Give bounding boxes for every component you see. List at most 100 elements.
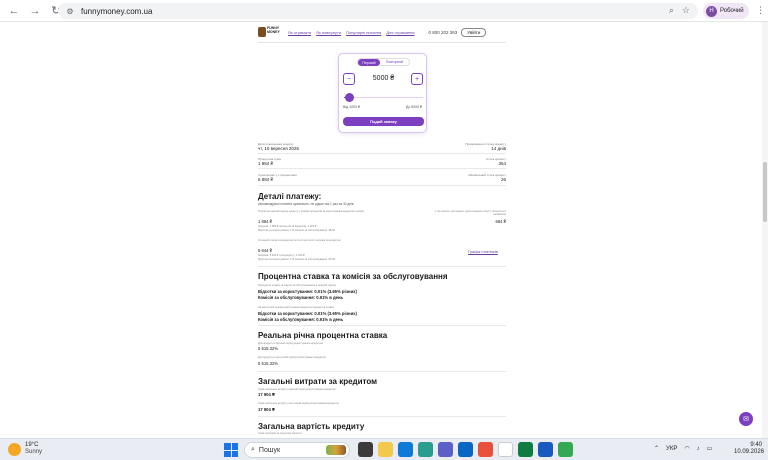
- task-view-icon[interactable]: [358, 442, 373, 457]
- site-header: FUNNY MONEY Як отримати Як повернути Поп…: [258, 24, 508, 40]
- payment-details-subtitle: рекомендуємо платити щомісячно, не рідше…: [258, 202, 354, 206]
- browser-app-icon[interactable]: [418, 442, 433, 457]
- rates-second-fee: Комісія за обслуговування: 0.91% в день: [258, 317, 344, 322]
- extension-value: 14 днів: [491, 146, 506, 151]
- site-logo[interactable]: FUNNY MONEY: [258, 26, 280, 38]
- apr-second-note: Для кредиту в наступний період користува…: [258, 356, 326, 359]
- divider: [258, 371, 506, 372]
- divider: [258, 325, 506, 326]
- bookmark-star-icon[interactable]: ☆: [682, 5, 690, 16]
- amount-slider-handle[interactable]: [345, 93, 355, 102]
- forward-icon[interactable]: →: [28, 4, 42, 18]
- submit-application-button[interactable]: Подай заявку: [343, 117, 424, 126]
- last-payment-detail-1: Зокрема: 5 644 ₴ тіла кредиту і 1 200 ₴: [258, 254, 305, 257]
- increase-amount-button[interactable]: +: [411, 73, 423, 85]
- weather-widget[interactable]: 19°C Sunny: [8, 442, 42, 456]
- divider: [258, 153, 506, 154]
- apr-first-note: Для кредиту в перший період користування…: [258, 342, 323, 345]
- sun-icon: [8, 442, 21, 456]
- payment-details-title: Деталі платежу:: [258, 192, 322, 201]
- profile-button[interactable]: Н Робочий: [703, 3, 749, 19]
- browser-toolbar: ← → ↻ ⚙ funnymoney.com.ua ⌕ ☆ Н Робочий …: [0, 0, 768, 22]
- tab-first-loan[interactable]: Перший: [358, 59, 380, 66]
- payment-schedule-link[interactable]: Графік платежів: [468, 249, 498, 254]
- language-indicator[interactable]: УКР: [666, 446, 677, 452]
- nav-link-for-getting[interactable]: Для отримання: [386, 30, 414, 35]
- store-icon[interactable]: [498, 442, 513, 457]
- apr-title: Реальна річна процентна ставка: [258, 331, 388, 340]
- volume-icon[interactable]: ♪: [697, 446, 700, 452]
- divider: [258, 416, 506, 417]
- page-scrollbar[interactable]: [762, 22, 768, 438]
- rates-first-fee: Комісія за обслуговування: 0.91% в день: [258, 295, 344, 300]
- office-icon[interactable]: [478, 442, 493, 457]
- rates-title: Процентна ставка та комісія за обслугову…: [258, 272, 448, 281]
- edge-icon[interactable]: [398, 442, 413, 457]
- amount-slider-track[interactable]: [344, 97, 423, 98]
- back-icon[interactable]: ←: [7, 4, 21, 18]
- last-payment-note: Останній платіж за кредитом після сплати…: [258, 239, 341, 242]
- wifi-icon[interactable]: ◠: [684, 445, 689, 452]
- windows-start-icon[interactable]: [224, 443, 238, 457]
- avatar: Н: [706, 5, 717, 17]
- login-button[interactable]: Увійти: [461, 27, 487, 37]
- decrease-amount-button[interactable]: −: [343, 73, 355, 85]
- weather-temperature: 19°C: [25, 442, 39, 448]
- divider: [258, 168, 506, 169]
- scrollbar-thumb[interactable]: [763, 162, 767, 222]
- taskbar-apps: [358, 442, 573, 457]
- costs-first-value: 17 904 ₴: [258, 392, 275, 397]
- nav-link-how-to-get[interactable]: Як отримати: [288, 30, 311, 35]
- nav-link-faq[interactable]: Популярні питання: [346, 30, 381, 35]
- last-payment-value: 5 644 ₴: [258, 248, 272, 253]
- apr-first-value: 5 515.32%: [258, 346, 279, 351]
- loan-type-toggle: Перший Повторний: [357, 58, 410, 66]
- rates-second-note: За наступний період користування кредито…: [258, 306, 334, 309]
- tray-chevron-icon[interactable]: ⌃: [654, 445, 659, 452]
- taskbar-search[interactable]: ⌕ Пошук: [244, 442, 350, 458]
- total-cost-title: Загальна вартість кредиту: [258, 422, 365, 431]
- costs-first-note: Сума загальних витрат у перший період ко…: [258, 388, 336, 391]
- url-text: funnymoney.com.ua: [81, 6, 153, 16]
- right-payment-note: 1. Не платіть частинами: сума основного …: [434, 210, 506, 216]
- divider: [258, 266, 506, 267]
- apr-second-value: 5 515.32%: [258, 361, 279, 366]
- term-value: 364: [498, 161, 506, 166]
- file-explorer-icon[interactable]: [378, 442, 393, 457]
- costs-second-value: 17 904 ₴: [258, 407, 275, 412]
- chrome-icon[interactable]: [558, 442, 573, 457]
- logo-text: FUNNY MONEY: [267, 26, 280, 34]
- chat-support-button[interactable]: ✉: [739, 412, 753, 426]
- outlook-icon[interactable]: [458, 442, 473, 457]
- taskbar-clock[interactable]: 9:40 10.09.2026: [734, 442, 764, 456]
- phone-number[interactable]: 0 800 202 363: [429, 30, 458, 35]
- first-payment-note: Платіж за перший період кредиту у розмір…: [258, 210, 364, 213]
- teams-icon[interactable]: [438, 442, 453, 457]
- rates-first-rate: Відсотки за користування: 0.01% (3.65% р…: [258, 289, 357, 294]
- battery-icon[interactable]: ▭: [707, 445, 713, 452]
- nav-link-how-to-repay[interactable]: Як повернути: [316, 30, 341, 35]
- costs-second-note: Сума загальних витрат у наступний період…: [258, 402, 339, 405]
- word-icon[interactable]: [538, 442, 553, 457]
- rates-first-note: Процентна ставка та комісія за обслугову…: [258, 284, 336, 287]
- search-label: Пошук: [258, 446, 281, 454]
- chat-icon: ✉: [743, 416, 749, 423]
- repay-date-value: чт, 10 вересня 2026: [258, 146, 299, 151]
- first-payment-value: 1 884 ₴: [258, 219, 272, 224]
- first-payment-detail-2: Відсотки за користування: 1 ₴; Комісія з…: [258, 229, 335, 232]
- weather-condition: Sunny: [25, 449, 43, 455]
- system-tray: ⌃ УКР ◠ ♪ ▭: [654, 445, 713, 453]
- excel-icon[interactable]: [518, 442, 533, 457]
- zoom-icon[interactable]: ⌕: [669, 5, 674, 16]
- total-sum-value: 6 884 ₴: [258, 177, 274, 182]
- right-payment-value: 684 ₴: [495, 219, 506, 224]
- first-payment-detail-1: Зокрема: 1 884 ₴ процентів за кредитом, …: [258, 225, 317, 228]
- profile-name: Робочий: [720, 8, 744, 14]
- search-highlight-image: [326, 445, 346, 455]
- site-info-icon[interactable]: ⚙: [65, 6, 75, 16]
- address-bar[interactable]: ⚙ funnymoney.com.ua ⌕ ☆: [58, 3, 698, 19]
- tab-repeat-loan[interactable]: Повторний: [380, 59, 409, 65]
- search-icon: ⌕: [251, 446, 255, 453]
- browser-menu-icon[interactable]: ⋮: [756, 5, 765, 16]
- logo-mark-icon: [258, 27, 266, 37]
